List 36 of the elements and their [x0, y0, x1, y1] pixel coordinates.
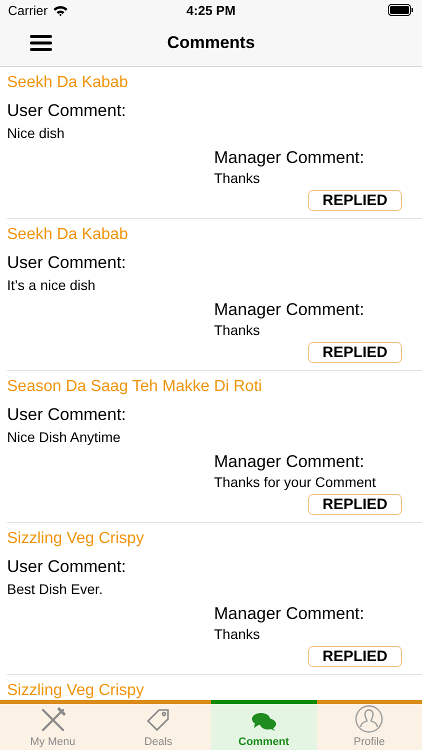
user-comment-label: User Comment:: [7, 101, 128, 121]
wifi-icon: [52, 4, 68, 16]
replied-button[interactable]: REPLIED: [308, 494, 402, 515]
carrier-label: Carrier: [8, 2, 48, 18]
manager-comment-label: Manager Comment:: [214, 604, 366, 624]
dish-name: Season Da Saag Teh Makke Di Roti: [7, 377, 263, 397]
battery-icon: [388, 4, 414, 16]
replied-button[interactable]: REPLIED: [308, 190, 402, 211]
dish-name: Sizzling Veg Crispy: [7, 529, 145, 549]
menu-button[interactable]: [30, 34, 52, 52]
dish-name: Seekh Da Kabab: [7, 73, 129, 93]
user-comment-text: It’s a nice dish: [7, 276, 96, 294]
status-time: 4:25 PM: [186, 2, 236, 18]
screen-title: Comments: [167, 33, 255, 52]
tag-icon: [145, 707, 172, 733]
user-comment-text: Best Dish Ever.: [7, 580, 104, 598]
replied-button[interactable]: REPLIED: [308, 342, 402, 363]
manager-comment-text: Thanks for your Comment: [214, 473, 377, 491]
fork-knife-icon: [40, 707, 66, 733]
user-comment-label: User Comment:: [7, 557, 128, 577]
replied-button[interactable]: REPLIED: [308, 646, 402, 667]
manager-comment-label: Manager Comment:: [214, 148, 366, 168]
manager-comment-text: Thanks: [214, 169, 261, 187]
dish-name: Sizzling Veg Crispy: [7, 681, 145, 700]
profile-icon: [355, 705, 384, 733]
manager-comment-text: Thanks: [214, 625, 261, 643]
manager-comment-label: Manager Comment:: [214, 300, 366, 320]
user-comment-label: User Comment:: [7, 405, 128, 425]
user-comment-text: Nice Dish Anytime: [7, 428, 122, 446]
chat-bubbles-icon: [250, 711, 277, 733]
user-comment-label: User Comment:: [7, 253, 128, 273]
tab[interactable]: Comment: [211, 700, 316, 750]
dish-name: Seekh Da Kabab: [7, 225, 129, 245]
manager-comment-text: Thanks: [214, 321, 261, 339]
manager-comment-label: Manager Comment:: [214, 452, 366, 472]
user-comment-text: Nice dish: [7, 124, 66, 142]
